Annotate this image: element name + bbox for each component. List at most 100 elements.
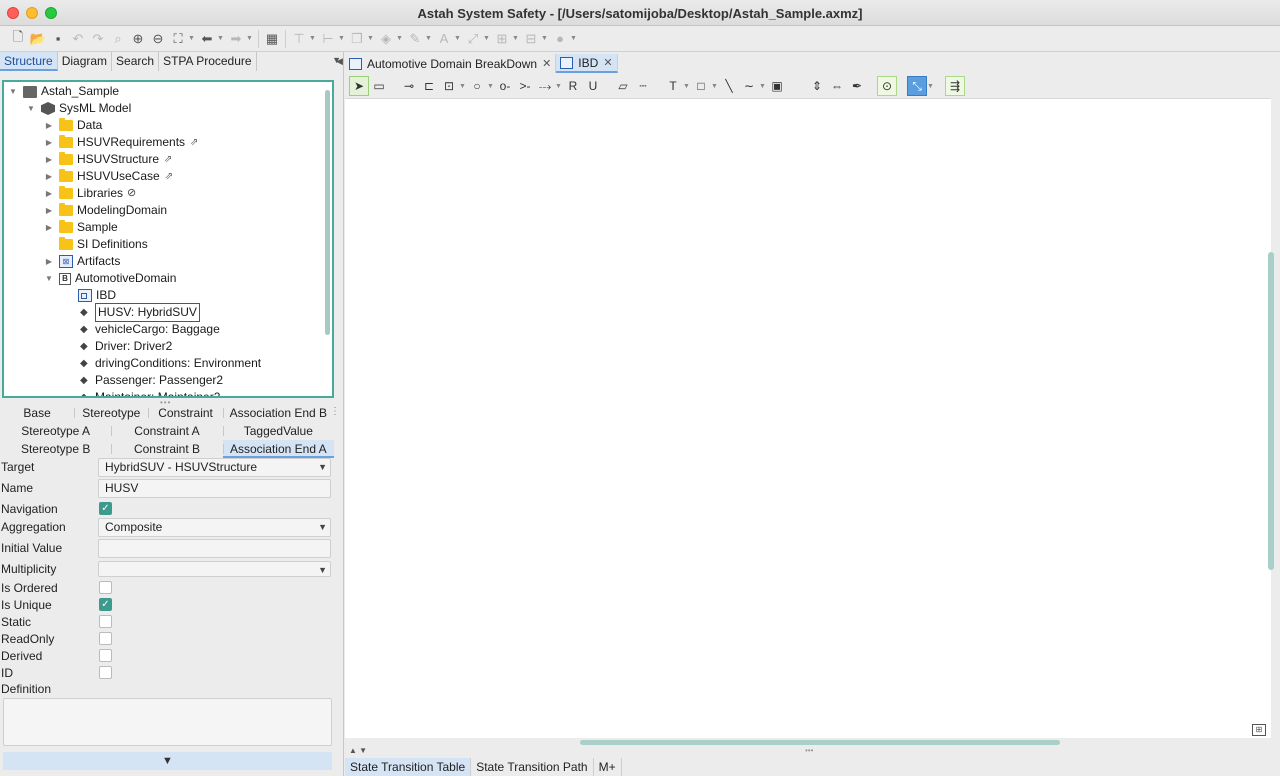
item-flow-tool-icon[interactable]: ⊏ — [419, 76, 439, 96]
tab-constraint[interactable]: Constraint — [148, 404, 222, 422]
line-style-icon[interactable]: ⤢ — [463, 29, 483, 49]
tree-scrollbar[interactable] — [325, 90, 330, 335]
align-left-icon[interactable]: ⊢ — [318, 29, 338, 49]
collapsed-icon[interactable]: ▶ — [44, 253, 54, 270]
readonly-checkbox[interactable] — [99, 632, 112, 645]
port-tool-icon[interactable]: ⊡ — [439, 76, 459, 96]
grid-icon[interactable]: ⊞ — [492, 29, 512, 49]
save-icon[interactable]: ▪ — [48, 29, 68, 49]
text-dropdown-icon[interactable]: ▼ — [683, 83, 691, 90]
collapsed-icon[interactable]: ▶ — [44, 202, 54, 219]
vertical-scrollbar[interactable] — [1268, 252, 1274, 570]
forward-icon[interactable]: ➡ — [226, 29, 246, 49]
zoom-out-icon[interactable]: ⊖ — [148, 29, 168, 49]
tree-item-husv[interactable]: ◆ HUSV: HybridSUV — [80, 303, 200, 322]
tab-association-end-a[interactable]: Association End A — [222, 440, 334, 458]
expanded-icon[interactable]: ▼ — [44, 270, 54, 287]
tree-item-root[interactable]: ▼ Astah_Sample — [8, 83, 119, 100]
tree-item-libraries[interactable]: ▶ Libraries ⊘ — [44, 185, 136, 202]
back-icon[interactable]: ⬅ — [197, 29, 217, 49]
tab-overflow-handle[interactable]: ⋮ — [330, 406, 340, 417]
tree-item-si-definitions[interactable]: SI Definitions — [59, 236, 148, 253]
tree-item-drivingconditions[interactable]: ◆ drivingConditions: Environment — [80, 355, 261, 372]
image-tool-icon[interactable]: ▣ — [767, 76, 787, 96]
provided-interface-icon[interactable]: o- — [495, 76, 515, 96]
tab-taggedvalue[interactable]: TaggedValue — [222, 422, 334, 440]
bottom-splitter-handle[interactable]: ••• — [805, 746, 813, 755]
zoom-in-icon[interactable]: ⊕ — [128, 29, 148, 49]
tree-item-modelingdomain[interactable]: ▶ ModelingDomain — [44, 202, 167, 219]
layout-icon[interactable]: ▦ — [262, 29, 282, 49]
collapse-left-panel-icon[interactable]: ◀ — [336, 56, 343, 67]
tab-stereotype[interactable]: Stereotype — [74, 404, 148, 422]
navigation-checkbox[interactable]: ✓ — [99, 502, 112, 515]
interface-tool-icon[interactable]: ○ — [467, 76, 487, 96]
interface-dropdown-icon[interactable]: ▼ — [487, 83, 495, 90]
overview-icon[interactable]: ⊞ — [1252, 724, 1266, 736]
tree-item-hsuvusecase[interactable]: ▶ HSUVUseCase ⇗ — [44, 168, 173, 185]
initial-value-field[interactable] — [98, 539, 331, 558]
collapsed-icon[interactable]: ▶ — [44, 185, 54, 202]
aggregation-select[interactable]: Composite — [98, 518, 331, 537]
select-tool-icon[interactable]: ➤ — [349, 76, 369, 96]
note-anchor-tool-icon[interactable]: ┄ — [633, 76, 653, 96]
line-style-dropdown-icon[interactable]: ▼ — [483, 35, 492, 42]
line-mode-dropdown-icon[interactable]: ▼ — [927, 83, 935, 90]
line-mode-icon[interactable]: ⤡ — [907, 76, 927, 96]
open-file-icon[interactable]: 📂 — [28, 29, 48, 49]
horizontal-scrollbar[interactable] — [580, 740, 1060, 745]
static-checkbox[interactable] — [99, 615, 112, 628]
tree-item-driver[interactable]: ◆ Driver: Driver2 — [80, 338, 172, 355]
fill-color-icon[interactable]: ◈ — [376, 29, 396, 49]
redo-icon[interactable]: ↷ — [88, 29, 108, 49]
vertical-space-icon[interactable]: ⇕ — [807, 76, 827, 96]
distribute-icon[interactable]: ⊟ — [521, 29, 541, 49]
is-ordered-checkbox[interactable] — [99, 581, 112, 594]
rectangle-tool-icon[interactable]: □ — [691, 76, 711, 96]
derived-checkbox[interactable] — [99, 649, 112, 662]
dependency-tool-icon[interactable]: ⤏ — [535, 76, 555, 96]
tab-base[interactable]: Base — [0, 404, 74, 422]
sphere-dropdown-icon[interactable]: ▼ — [570, 35, 579, 42]
diagram-canvas[interactable] — [345, 98, 1271, 738]
expanded-icon[interactable]: ▼ — [8, 83, 18, 100]
tab-association-end-b[interactable]: Association End B — [222, 404, 334, 422]
tree-item-maintainer[interactable]: ◆ Maintainer: Maintainer2 — [80, 389, 220, 396]
line-tool-icon[interactable]: ╲ — [719, 76, 739, 96]
close-icon[interactable]: ✕ — [603, 56, 612, 69]
tab-state-transition-table[interactable]: State Transition Table — [345, 758, 472, 776]
note-tool-icon[interactable]: ▱ — [613, 76, 633, 96]
distribute-dropdown-icon[interactable]: ▼ — [541, 35, 550, 42]
line-color-dropdown-icon[interactable]: ▼ — [425, 35, 434, 42]
fill-dropdown-icon[interactable]: ▼ — [396, 35, 405, 42]
collapsed-icon[interactable]: ▶ — [44, 134, 54, 151]
arrange-icon[interactable]: ❐ — [347, 29, 367, 49]
tree-item-automotivedomain[interactable]: ▼ B AutomotiveDomain — [44, 270, 176, 287]
tree-item-sysml-model[interactable]: ▼ SysML Model — [26, 100, 131, 117]
tab-stereotype-a[interactable]: Stereotype A — [0, 422, 111, 440]
font-color-icon[interactable]: A — [434, 29, 454, 49]
tab-stereotype-b[interactable]: Stereotype B — [0, 440, 111, 458]
curve-tool-icon[interactable]: ∼ — [739, 76, 759, 96]
realization-tool-icon[interactable]: R — [563, 76, 583, 96]
grid-dropdown-icon[interactable]: ▼ — [512, 35, 521, 42]
tree-item-vehiclecargo[interactable]: ◆ vehicleCargo: Baggage — [80, 321, 220, 338]
collapsed-icon[interactable]: ▶ — [44, 117, 54, 134]
close-icon[interactable]: ✕ — [542, 57, 551, 70]
rectangle-dropdown-icon[interactable]: ▼ — [711, 83, 719, 90]
tab-diagram[interactable]: Diagram — [58, 52, 113, 71]
forward-dropdown-icon[interactable]: ▼ — [246, 35, 255, 42]
sphere-icon[interactable]: ● — [550, 29, 570, 49]
snap-to-grid-icon[interactable]: ⊙ — [877, 76, 897, 96]
undo-icon[interactable]: ↶ — [68, 29, 88, 49]
tab-scroll-arrows-icon[interactable]: ▲ ▼ — [349, 746, 367, 755]
text-tool-icon[interactable]: T — [663, 76, 683, 96]
part-tool-icon[interactable]: ▭ — [369, 76, 389, 96]
arrange-dropdown-icon[interactable]: ▼ — [367, 35, 376, 42]
zoom-icon[interactable]: ⌕ — [108, 29, 128, 49]
tree-item-passenger[interactable]: ◆ Passenger: Passenger2 — [80, 372, 223, 389]
tree-item-ibd[interactable]: IBD — [78, 287, 116, 304]
collapsed-icon[interactable]: ▶ — [44, 219, 54, 236]
new-file-icon[interactable]: 🗋 — [8, 29, 28, 49]
collapsed-icon[interactable]: ▶ — [44, 168, 54, 185]
